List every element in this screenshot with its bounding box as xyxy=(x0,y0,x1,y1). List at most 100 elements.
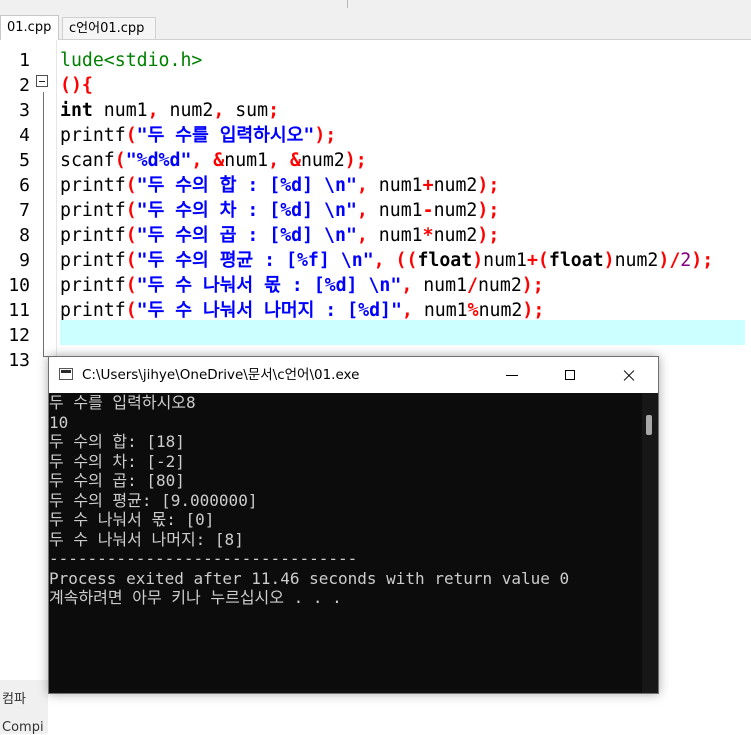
code-token: "두 수 나눠서 몫 : [%d] xyxy=(136,275,369,296)
code-token: ); xyxy=(521,275,544,296)
close-button[interactable] xyxy=(600,357,658,393)
code-token: num2 xyxy=(300,150,345,171)
line-number: 4 xyxy=(19,125,30,146)
code-token: num1 xyxy=(367,225,423,246)
console-separator-line: -------------------------------- xyxy=(49,549,358,568)
code-token: ( xyxy=(125,300,137,321)
code-token: num2 xyxy=(158,100,214,121)
code-token: "%d%d" xyxy=(125,150,192,171)
console-line: 두 수를 입력하시오8 xyxy=(49,393,196,412)
code-line-9: printf("두 수의 평균 : [%f] \n", ((float)num1… xyxy=(60,248,713,273)
code-token: +( xyxy=(526,250,549,271)
code-token: ( xyxy=(125,125,137,146)
code-line-4: printf("두 수를 입력하시오"); xyxy=(60,123,336,148)
code-token: ); xyxy=(477,175,500,196)
code-token: )/ xyxy=(658,250,681,271)
code-token: "두 수 나눠서 나머지 : [%d]" xyxy=(136,300,402,321)
console-line: 두 수의 차: [-2] xyxy=(49,451,185,471)
code-token: ); xyxy=(522,300,545,321)
console-scrollbar-thumb[interactable] xyxy=(646,415,652,435)
code-token: % xyxy=(467,300,479,321)
code-token: , (( xyxy=(373,250,418,271)
code-token: printf xyxy=(60,200,126,221)
code-token: " xyxy=(345,175,357,196)
code-token: num1 xyxy=(224,150,269,171)
code-token: int xyxy=(60,100,93,121)
line-number: 11 xyxy=(8,300,30,321)
console-line: 두 수 나눠서 나머지: [8] xyxy=(49,529,244,549)
line-number: 5 xyxy=(19,150,30,171)
code-token: "두 수의 평균 : [%f] xyxy=(136,250,341,271)
code-token: "두 수를 입력하시오" xyxy=(136,125,315,146)
code-token: printf xyxy=(60,125,126,146)
code-line-8: printf("두 수의 곱 : [%d] \n", num1*num2); xyxy=(60,223,499,248)
code-area[interactable]: lude<stdio.h> (){ int num1, num2, sum; p… xyxy=(60,48,751,378)
console-scrollbar[interactable] xyxy=(642,393,658,693)
code-token: + xyxy=(422,175,434,196)
editor-tab-bar: 01.cpp c언어01.cpp xyxy=(0,8,751,40)
status-label: Compi xyxy=(2,720,44,735)
tab-c-language-01-cpp[interactable]: c언어01.cpp xyxy=(62,17,156,39)
code-token: \n xyxy=(340,250,363,271)
line-number: 9 xyxy=(19,250,30,271)
console-line: 두 수의 평균: [9.000000] xyxy=(49,490,258,510)
code-token: / xyxy=(467,275,478,296)
code-token: ( xyxy=(125,200,137,221)
code-token: printf xyxy=(60,175,126,196)
minimize-icon xyxy=(506,374,518,376)
code-line-3: int num1, num2, sum; xyxy=(60,98,279,123)
code-token: lude<stdio.h> xyxy=(60,50,203,71)
code-token: ( xyxy=(125,250,137,271)
code-token: " xyxy=(362,250,374,271)
console-line: 두 수의 합: [18] xyxy=(49,432,185,451)
line-number: 8 xyxy=(19,225,30,246)
code-token: , xyxy=(356,200,368,221)
fold-collapse-icon[interactable] xyxy=(36,75,48,87)
code-token: sum xyxy=(224,100,269,121)
console-output[interactable]: 두 수를 입력하시오8 10 두 수의 합: [18] 두 수의 차: [-2]… xyxy=(49,393,639,693)
code-token: , & xyxy=(268,150,301,171)
console-title-bar[interactable]: C:\Users\jihye\OneDrive\문서\c언어\01.exe xyxy=(49,357,658,393)
code-token: \n xyxy=(368,275,391,296)
console-line: 두 수의 곱: [80] xyxy=(49,471,185,490)
compiler-panel-label[interactable]: 컴파 xyxy=(2,688,48,707)
code-line-5: scanf("%d%d", &num1, &num2); xyxy=(60,148,367,173)
line-number: 10 xyxy=(8,275,30,296)
console-window[interactable]: C:\Users\jihye\OneDrive\문서\c언어\01.exe 두 … xyxy=(48,356,659,694)
fold-guide-line xyxy=(43,92,44,356)
toolbar-separator xyxy=(347,0,348,8)
code-token: , xyxy=(356,225,368,246)
code-token: num1 xyxy=(412,275,468,296)
line-number: 12 xyxy=(8,325,30,346)
maximize-icon xyxy=(565,370,575,380)
code-token: (){ xyxy=(60,75,93,96)
code-token: printf xyxy=(60,300,126,321)
code-token: , xyxy=(401,275,413,296)
code-token: , xyxy=(147,100,159,121)
code-token: printf xyxy=(60,225,126,246)
code-token: num2 xyxy=(478,300,523,321)
code-token: ( xyxy=(125,275,137,296)
console-app-icon xyxy=(59,368,73,380)
code-token: scanf xyxy=(60,150,115,171)
code-token: num2 xyxy=(477,275,522,296)
code-token: ); xyxy=(344,150,367,171)
code-token: ); xyxy=(691,250,714,271)
bottom-panel-fragment: 컴파 Compi xyxy=(0,680,48,735)
line-number: 13 xyxy=(8,350,30,371)
code-token: \n xyxy=(324,200,346,221)
maximize-button[interactable] xyxy=(541,357,599,393)
minimize-button[interactable] xyxy=(483,357,541,393)
tab-01-cpp[interactable]: 01.cpp xyxy=(0,15,59,40)
code-token: ( xyxy=(114,150,126,171)
code-token: num1 xyxy=(367,200,423,221)
code-token: float xyxy=(417,250,473,271)
code-token: ); xyxy=(477,225,500,246)
code-token: ) xyxy=(472,250,484,271)
code-token: "두 수의 합 : [%d] xyxy=(136,175,325,196)
code-line-6: printf("두 수의 합 : [%d] \n", num1+num2); xyxy=(60,173,499,198)
code-token: num1 xyxy=(483,250,527,271)
code-token: " xyxy=(345,200,357,221)
code-token: ( xyxy=(125,175,137,196)
code-token: * xyxy=(422,225,434,246)
